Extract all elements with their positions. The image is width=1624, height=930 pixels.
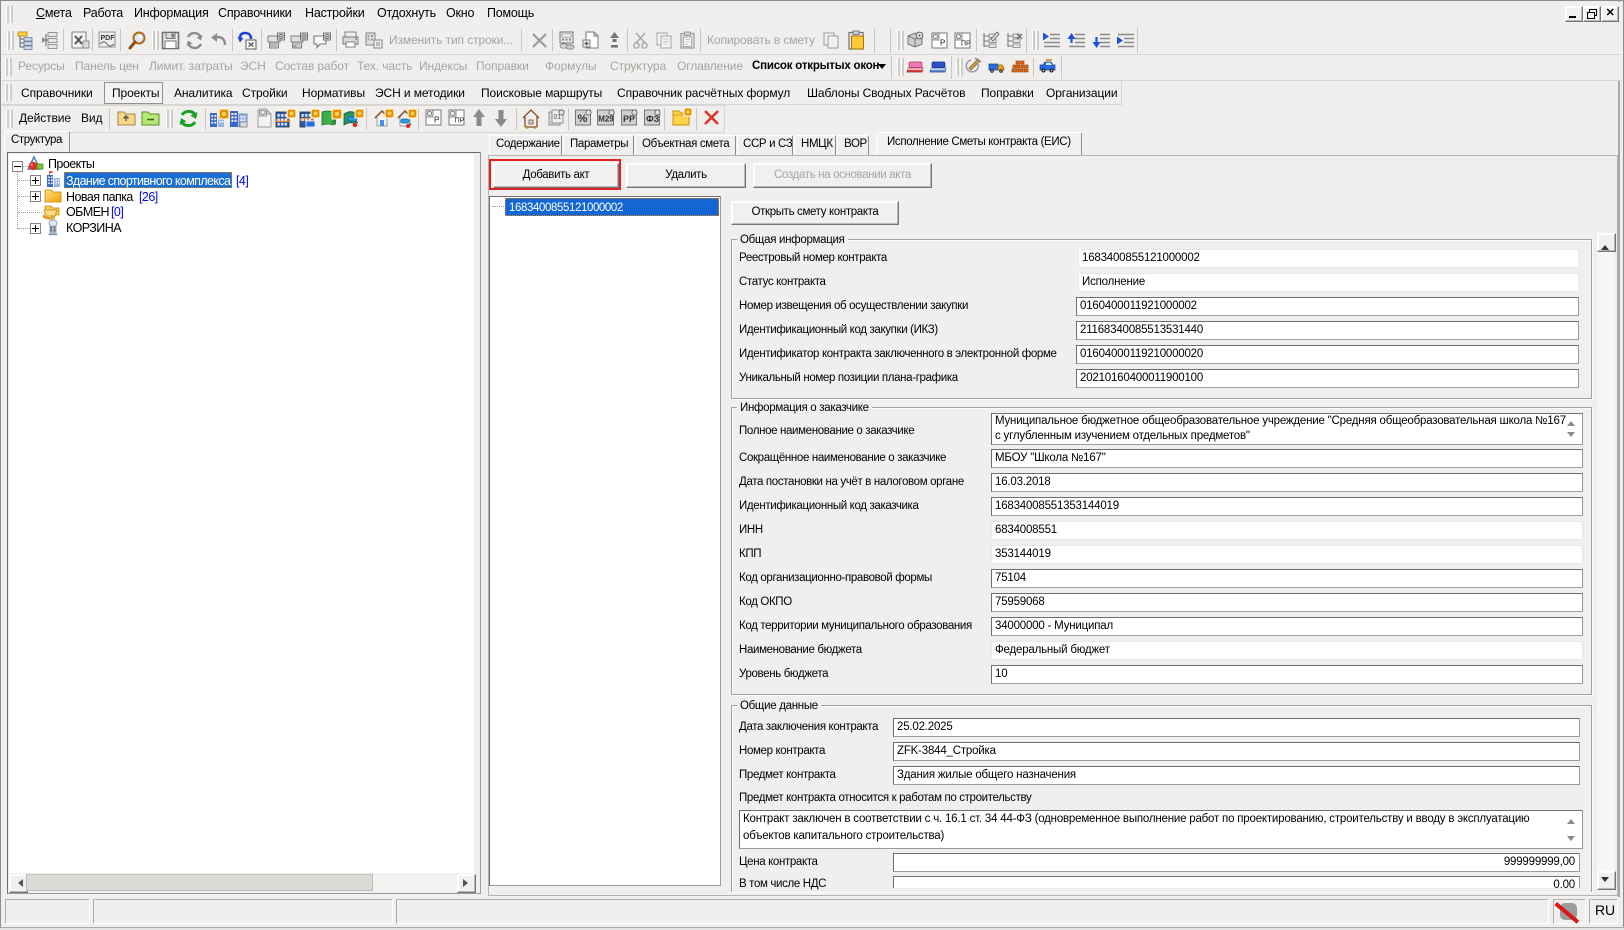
svg-text:М29: М29 (598, 115, 614, 124)
svg-text:РР: РР (623, 114, 635, 124)
svg-text:%: % (578, 113, 588, 125)
svg-text:ПР: ПР (455, 118, 465, 125)
svg-text:PDF: PDF (101, 35, 116, 42)
svg-text:P: P (434, 116, 439, 125)
svg-text:P: P (940, 39, 945, 48)
svg-text:ПР: ПР (961, 41, 971, 48)
